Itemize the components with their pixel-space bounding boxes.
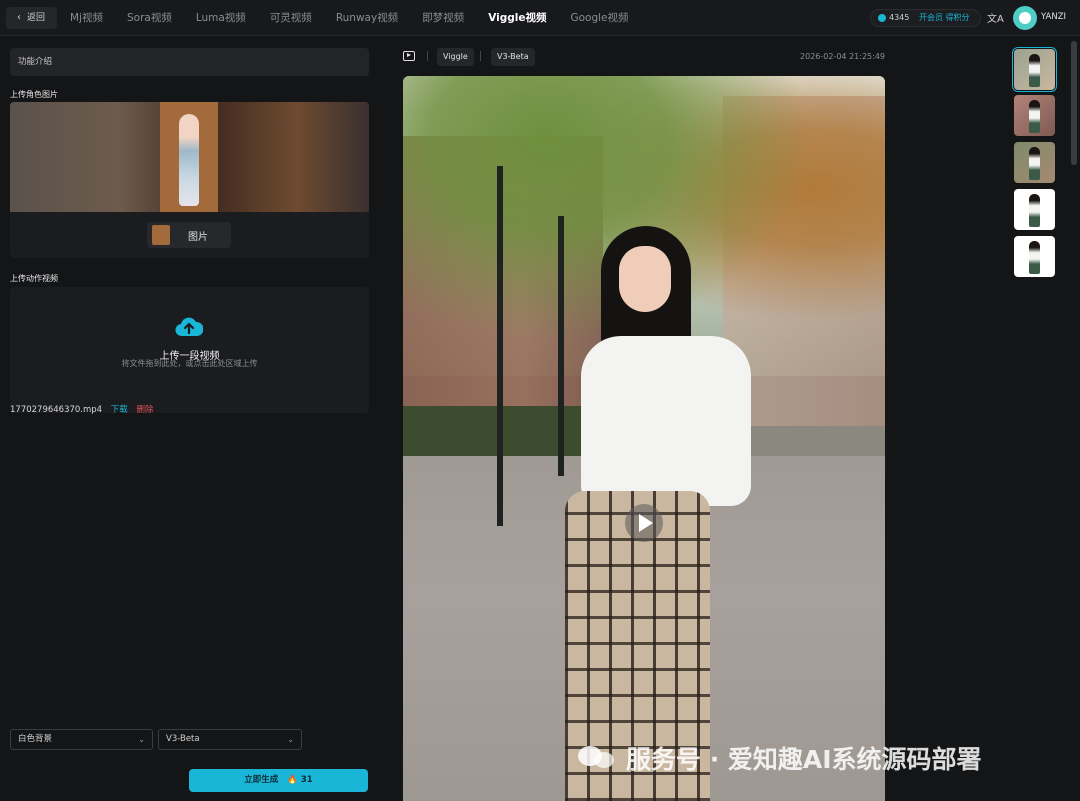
result-header: Viggle V3-Beta 2026-02-04 21:25:49: [403, 47, 885, 67]
tab-runway[interactable]: Runway视频: [324, 0, 410, 36]
translate-icon[interactable]: 文A: [987, 10, 1004, 25]
video-nav-tabs: Mj视频 Sora视频 Luma视频 可灵视频 Runway视频 即梦视频 Vi…: [58, 0, 641, 36]
divider: [427, 51, 428, 61]
thumbnail-figure: [1029, 241, 1040, 274]
watermark-label: 服务号 · 爱知趣AI系统源码部署: [626, 745, 982, 774]
tab-viggle[interactable]: Viggle视频: [476, 0, 558, 36]
thumbnail-figure: [1029, 54, 1040, 87]
video-upload-dropzone[interactable]: 上传一段视频 将文件拖到此处，或点击此处区域上传: [10, 287, 369, 413]
top-bar: ‹ 返回 Mj视频 Sora视频 Luma视频 可灵视频 Runway视频 即梦…: [0, 0, 1080, 36]
credits-icon: [878, 14, 886, 22]
image-tag[interactable]: 图片: [147, 222, 231, 248]
page-scrollbar[interactable]: [1070, 37, 1078, 801]
upload-motion-label: 上传动作视频: [10, 274, 58, 283]
model-select[interactable]: V3-Beta ⌄: [158, 729, 302, 750]
generate-button[interactable]: 立即生成 🔥 31: [189, 769, 368, 792]
avatar[interactable]: [1013, 6, 1037, 30]
cloud-upload-icon: [175, 317, 203, 337]
provider-chip: Viggle: [437, 48, 474, 66]
tab-google[interactable]: Google视频: [558, 0, 640, 36]
chevron-left-icon: ‹: [17, 12, 21, 23]
upload-character-label: 上传角色图片: [10, 90, 58, 99]
history-thumbnail[interactable]: [1012, 47, 1057, 92]
subject-face: [619, 246, 671, 312]
app-root: ‹ 返回 Mj视频 Sora视频 Luma视频 可灵视频 Runway视频 即梦…: [0, 0, 1080, 801]
play-icon[interactable]: [625, 504, 663, 542]
video-icon: [403, 51, 415, 61]
subject-shirt: [581, 336, 751, 506]
tab-luma[interactable]: Luma视频: [184, 0, 258, 36]
scrollbar-thumb[interactable]: [1071, 41, 1077, 165]
thumbnail-figure: [1029, 100, 1040, 133]
intro-button[interactable]: 功能介绍: [10, 48, 369, 76]
chevron-down-icon: ⌄: [287, 735, 294, 744]
delete-link[interactable]: 删除: [137, 405, 154, 415]
image-tag-label: 图片: [188, 232, 208, 243]
back-button-label: 返回: [27, 13, 46, 23]
video-scene-lamp: [497, 166, 503, 526]
tab-sora[interactable]: Sora视频: [115, 0, 184, 36]
thumbnail-figure: [1029, 147, 1040, 180]
credits-badge[interactable]: 4345 开会员 得积分: [870, 9, 981, 27]
divider: [480, 51, 481, 61]
character-figure: [179, 114, 199, 206]
character-image: [160, 102, 218, 212]
timestamp: 2026-02-04 21:25:49: [800, 52, 885, 61]
download-link[interactable]: 下载: [111, 405, 128, 415]
history-thumbnail[interactable]: [1014, 142, 1055, 183]
history-thumbnail[interactable]: [1014, 95, 1055, 136]
watermark-text: 服务号 · 爱知趣AI系统源码部署: [626, 740, 982, 776]
video-player[interactable]: [403, 76, 885, 801]
tab-mj[interactable]: Mj视频: [58, 0, 115, 36]
generate-label: 立即生成: [244, 775, 279, 785]
history-thumbnail[interactable]: [1014, 189, 1055, 230]
wechat-icon: [578, 746, 614, 768]
thumbnail-figure: [1029, 194, 1040, 227]
back-button[interactable]: ‹ 返回: [6, 7, 57, 29]
character-upload-area[interactable]: 图片: [10, 102, 369, 258]
background-select[interactable]: 白色背景 ⌄: [10, 729, 153, 750]
tab-jimeng[interactable]: 即梦视频: [410, 0, 476, 36]
vip-link[interactable]: 开会员 得积分: [919, 10, 970, 26]
generate-cost: 31: [300, 775, 313, 785]
tab-kling[interactable]: 可灵视频: [258, 0, 324, 36]
model-select-value: V3-Beta: [166, 734, 200, 744]
credits-count: 4345: [889, 13, 910, 22]
uploaded-file-row: 1770279646370.mp4 下载 删除: [10, 403, 154, 415]
chevron-down-icon: ⌄: [138, 735, 145, 744]
left-panel: 功能介绍 上传角色图片 图片 上传动作视频 上传一段视频 将文件拖到此处，或点击…: [0, 37, 380, 801]
background-select-value: 白色背景: [18, 734, 53, 744]
model-chip: V3-Beta: [491, 48, 535, 66]
file-name: 1770279646370.mp4: [10, 405, 103, 415]
flame-icon: 🔥: [287, 775, 298, 785]
image-tag-thumbnail: [152, 225, 170, 245]
history-thumbnail[interactable]: [1014, 236, 1055, 277]
upload-hint: 将文件拖到此处，或点击此处区域上传: [121, 359, 258, 368]
username[interactable]: YANZI: [1041, 12, 1066, 22]
